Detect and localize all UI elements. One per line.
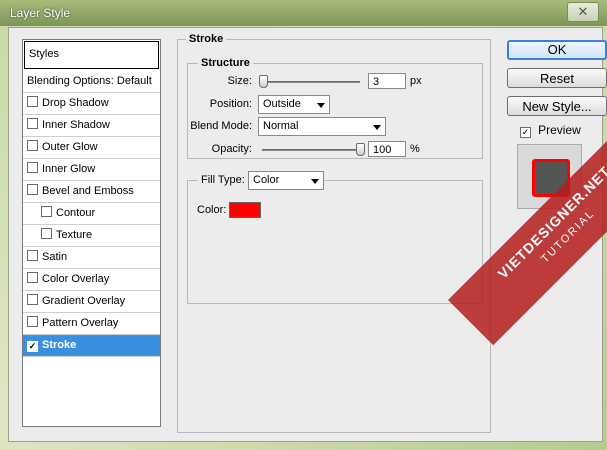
style-checkbox[interactable]	[41, 228, 52, 239]
styles-row-label: Color Overlay	[42, 273, 110, 285]
size-label: Size:	[227, 75, 252, 87]
opacity-label: Opacity:	[211, 143, 252, 155]
styles-header[interactable]: Styles	[24, 41, 159, 69]
fill-type-label: Fill Type:	[198, 174, 248, 186]
style-checkbox[interactable]	[27, 162, 38, 173]
styles-row[interactable]: Bevel and Emboss	[23, 181, 160, 203]
structure-title: Structure	[198, 57, 253, 69]
style-checkbox[interactable]	[27, 118, 38, 129]
size-input[interactable]: 3	[368, 73, 406, 89]
styles-row-label: Bevel and Emboss	[42, 185, 134, 197]
size-unit: px	[410, 75, 422, 87]
styles-list: Styles Blending Options: Default Drop Sha…	[22, 39, 161, 427]
blend-mode-label: Blend Mode:	[190, 120, 252, 132]
opacity-slider-thumb[interactable]	[356, 143, 365, 156]
opacity-input[interactable]: 100	[368, 141, 406, 157]
style-checkbox[interactable]	[27, 140, 38, 151]
fill-type-value: Color	[253, 174, 280, 186]
close-button[interactable]: ✕	[567, 2, 599, 22]
position-label: Position:	[209, 98, 252, 110]
styles-row-label: Texture	[56, 229, 93, 241]
styles-row-label: Blending Options: Default	[27, 75, 152, 87]
blend-mode-select[interactable]: Normal	[258, 117, 386, 136]
size-slider-thumb[interactable]	[258, 75, 268, 88]
reset-button[interactable]: Reset	[507, 68, 607, 88]
size-slider[interactable]	[262, 81, 360, 83]
title-bar: Layer Style ✕	[0, 0, 607, 26]
new-style-button[interactable]: New Style...	[507, 96, 607, 116]
position-select[interactable]: Outside	[258, 95, 330, 114]
structure-group: Structure Size: 3 px Position: Outside B…	[187, 57, 483, 159]
styles-row[interactable]: Inner Shadow	[23, 115, 160, 137]
preview-checkbox[interactable]: ✓	[520, 127, 531, 138]
styles-row-label: Contour	[56, 207, 96, 219]
styles-row[interactable]: Pattern Overlay	[23, 313, 160, 335]
window-title: Layer Style	[10, 6, 71, 20]
stroke-panel: Stroke Structure Size: 3 px Position: Ou…	[177, 33, 491, 433]
styles-row-label: Outer Glow	[42, 141, 98, 153]
styles-row-label: Inner Glow	[42, 163, 96, 175]
style-checkbox[interactable]	[27, 250, 38, 261]
chevron-down-icon	[317, 103, 325, 108]
styles-row[interactable]: Outer Glow	[23, 137, 160, 159]
styles-row[interactable]: ✓ Stroke	[23, 335, 160, 357]
styles-row-label: Drop Shadow	[42, 97, 109, 109]
opacity-slider[interactable]	[262, 149, 360, 151]
chevron-down-icon	[311, 179, 319, 184]
color-swatch[interactable]	[229, 202, 261, 218]
styles-row-label: Inner Shadow	[42, 119, 110, 131]
position-value: Outside	[263, 98, 301, 110]
style-checkbox[interactable]	[27, 316, 38, 327]
style-checkbox[interactable]	[41, 206, 52, 217]
styles-row-label: Gradient Overlay	[42, 295, 126, 307]
blend-mode-value: Normal	[263, 120, 299, 132]
styles-row-label: Pattern Overlay	[42, 317, 119, 329]
styles-row[interactable]: Drop Shadow	[23, 93, 160, 115]
ok-button[interactable]: OK	[507, 40, 607, 60]
styles-row-label: Satin	[42, 251, 68, 263]
close-icon: ✕	[577, 4, 589, 19]
styles-row[interactable]: Contour	[23, 203, 160, 225]
preview-label: Preview	[538, 123, 581, 137]
style-checkbox[interactable]	[27, 96, 38, 107]
styles-row[interactable]: Satin	[23, 247, 160, 269]
style-checkbox[interactable]	[27, 184, 38, 195]
style-checkbox[interactable]	[27, 272, 38, 283]
fill-type-group: Fill Type: Color Color:	[187, 171, 483, 304]
styles-row[interactable]: Color Overlay	[23, 269, 160, 291]
stroke-section-title: Stroke	[186, 33, 227, 45]
style-checkbox[interactable]: ✓	[27, 341, 38, 352]
styles-row[interactable]: Gradient Overlay	[23, 291, 160, 313]
chevron-down-icon	[373, 125, 381, 130]
styles-row[interactable]: Inner Glow	[23, 159, 160, 181]
preview-toggle[interactable]: ✓ Preview	[520, 123, 581, 138]
color-label: Color:	[197, 204, 227, 216]
opacity-unit: %	[410, 143, 420, 155]
styles-row[interactable]: Blending Options: Default	[23, 70, 160, 93]
styles-row-label: Stroke	[42, 339, 77, 351]
fill-type-select[interactable]: Color	[248, 171, 324, 190]
styles-row[interactable]: Texture	[23, 225, 160, 247]
style-checkbox[interactable]	[27, 294, 38, 305]
